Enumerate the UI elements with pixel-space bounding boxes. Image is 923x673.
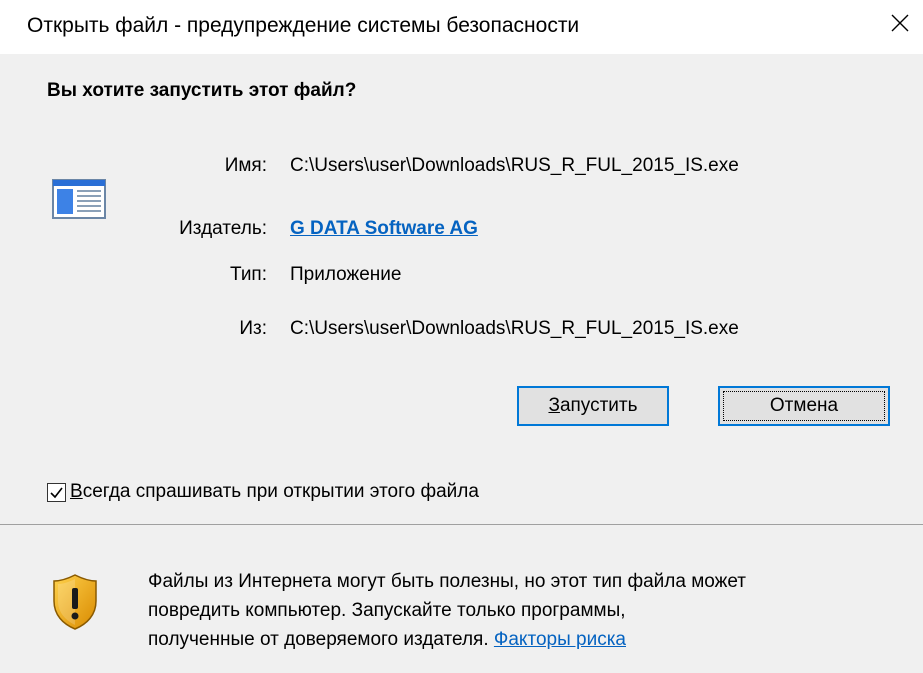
window-title: Открыть файл - предупреждение системы бе… [27,14,580,37]
name-label: Имя: [224,155,267,176]
warning-line-1: Файлы из Интернета могут быть полезны, н… [148,571,746,592]
risk-factors-link[interactable]: Факторы риска [494,629,626,650]
from-value: C:\Users\user\Downloads\RUS_R_FUL_2015_I… [290,318,739,339]
application-file-icon [52,179,106,219]
warning-line-2: повредить компьютер. Запускайте только п… [148,600,626,621]
run-button-mnemonic: З [548,395,560,416]
close-icon [891,14,909,32]
publisher-link[interactable]: G DATA Software AG [290,218,478,239]
name-value: C:\Users\user\Downloads\RUS_R_FUL_2015_I… [290,155,739,176]
close-button[interactable] [877,0,923,46]
internet-file-warning: Файлы из Интернета могут быть полезны, н… [148,567,918,654]
cancel-button-label: Отмена [769,395,839,416]
always-ask-checkbox-row[interactable]: Всегда спрашивать при открытии этого фай… [47,479,479,505]
dialog-body: Вы хотите запустить этот файл? Имя: C:\U… [0,54,923,673]
run-button[interactable]: Запустить [517,386,669,426]
warning-line-3: полученные от доверяемого издателя. [148,629,489,650]
run-button-label: апустить [559,395,638,416]
section-divider [0,524,923,525]
publisher-label: Издатель: [179,218,267,239]
type-label: Тип: [230,264,267,285]
run-question-heading: Вы хотите запустить этот файл? [47,80,357,101]
cancel-button[interactable]: Отмена [718,386,890,426]
from-label: Из: [239,318,267,339]
security-shield-icon [53,574,97,630]
title-bar: Открыть файл - предупреждение системы бе… [0,0,923,54]
always-ask-label: Всегда спрашивать при открытии этого фай… [70,481,479,502]
security-warning-dialog: Открыть файл - предупреждение системы бе… [0,0,923,673]
always-ask-checkbox[interactable] [47,482,66,502]
type-value: Приложение [290,264,402,285]
checkmark-icon [50,487,63,498]
